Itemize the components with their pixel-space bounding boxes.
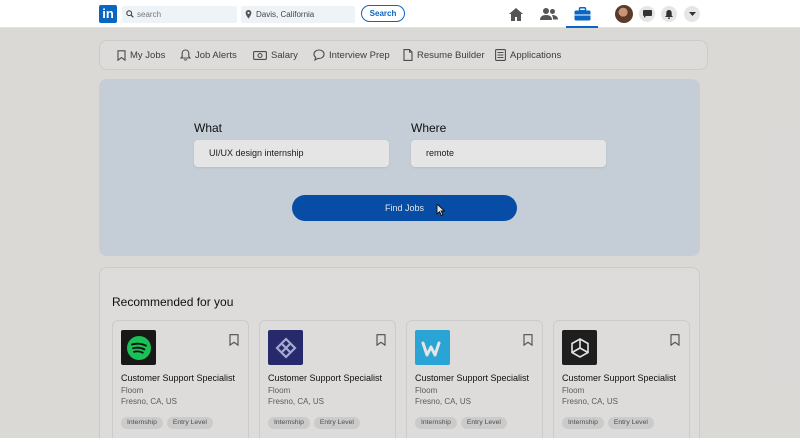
tag: Entry Level (313, 417, 360, 429)
where-input[interactable]: remote (411, 140, 606, 167)
company-name: Floom (415, 386, 438, 395)
search-icon (126, 6, 134, 24)
list-icon (495, 49, 506, 61)
avatar[interactable] (615, 5, 633, 23)
subnav-item-job-alerts[interactable]: Job Alerts (180, 41, 237, 69)
job-card[interactable]: Customer Support Specialist Floom Fresno… (553, 320, 690, 438)
linkedin-logo[interactable]: in (99, 5, 117, 23)
job-location: Fresno, CA, US (562, 397, 619, 406)
job-title[interactable]: Customer Support Specialist (268, 373, 382, 383)
subnav-item-label: Interview Prep (329, 49, 390, 61)
company-name: Floom (121, 386, 144, 395)
network-icon[interactable] (539, 4, 559, 24)
job-location: Fresno, CA, US (415, 397, 472, 406)
subnav-item-label: Resume Builder (417, 49, 485, 61)
where-label: Where (411, 121, 447, 135)
tag: Internship (268, 417, 310, 429)
subnav-item-label: Salary (271, 49, 298, 61)
location-value: Davis, California (256, 10, 315, 19)
company-name: Floom (268, 386, 291, 395)
subnav-item-label: My Jobs (130, 49, 166, 61)
search-placeholder: search (137, 10, 162, 19)
bookmark-icon[interactable] (670, 334, 680, 346)
unity-logo (562, 330, 597, 365)
job-card[interactable]: Customer Support Specialist Floom Fresno… (259, 320, 396, 438)
jobs-briefcase-icon[interactable] (566, 4, 598, 28)
home-icon[interactable] (506, 4, 526, 24)
section-title: Recommended for you (112, 295, 234, 309)
bookmark-icon[interactable] (523, 334, 533, 346)
chevron-down-icon[interactable] (684, 6, 700, 22)
search-input[interactable]: search (122, 6, 237, 23)
job-card[interactable]: Customer Support Specialist Floom Fresno… (112, 320, 249, 438)
messaging-icon[interactable] (639, 6, 655, 22)
tag: Internship (121, 417, 163, 429)
job-search-panel: What UI/UX design internship Where remot… (99, 79, 700, 256)
job-location: Fresno, CA, US (268, 397, 325, 406)
company-name: Floom (562, 386, 585, 395)
chat-icon (313, 49, 325, 61)
location-input[interactable]: Davis, California (241, 6, 355, 23)
subnav-item-label: Job Alerts (195, 49, 237, 61)
bookmark-icon (117, 49, 126, 61)
job-card[interactable]: Customer Support Specialist Floom Fresno… (406, 320, 543, 438)
search-button[interactable]: Search (361, 5, 405, 22)
location-pin-icon (245, 6, 252, 25)
find-jobs-button[interactable]: Find Jobs (292, 195, 517, 221)
job-title[interactable]: Customer Support Specialist (562, 373, 676, 383)
tag: Entry Level (607, 417, 654, 429)
bookmark-icon[interactable] (376, 334, 386, 346)
pattern-logo (268, 330, 303, 365)
job-location: Fresno, CA, US (121, 397, 178, 406)
spotify-logo (121, 330, 156, 365)
top-nav: in search Davis, California Search (0, 0, 800, 28)
tag: Internship (562, 417, 604, 429)
jobs-subnav: My Jobs Job Alerts Salary Interview Prep… (99, 40, 708, 70)
wish-logo (415, 330, 450, 365)
subnav-item-resume-builder[interactable]: Resume Builder (403, 41, 485, 69)
tag: Internship (415, 417, 457, 429)
subnav-item-my-jobs[interactable]: My Jobs (117, 41, 165, 69)
subnav-item-applications[interactable]: Applications (495, 41, 561, 69)
job-title[interactable]: Customer Support Specialist (415, 373, 529, 383)
bell-icon (180, 49, 191, 61)
bookmark-icon[interactable] (229, 334, 239, 346)
what-input[interactable]: UI/UX design internship (194, 140, 389, 167)
subnav-item-interview-prep[interactable]: Interview Prep (313, 41, 390, 69)
mouse-cursor-icon (436, 204, 445, 216)
document-icon (403, 49, 413, 61)
tag: Entry Level (460, 417, 507, 429)
subnav-item-salary[interactable]: Salary (253, 41, 298, 69)
recommended-section: Recommended for you Customer Support Spe… (99, 267, 700, 438)
money-icon (253, 50, 267, 60)
job-title[interactable]: Customer Support Specialist (121, 373, 235, 383)
tag: Entry Level (166, 417, 213, 429)
subnav-item-label: Applications (510, 49, 562, 61)
notifications-bell-icon[interactable] (661, 6, 677, 22)
what-label: What (194, 121, 223, 135)
